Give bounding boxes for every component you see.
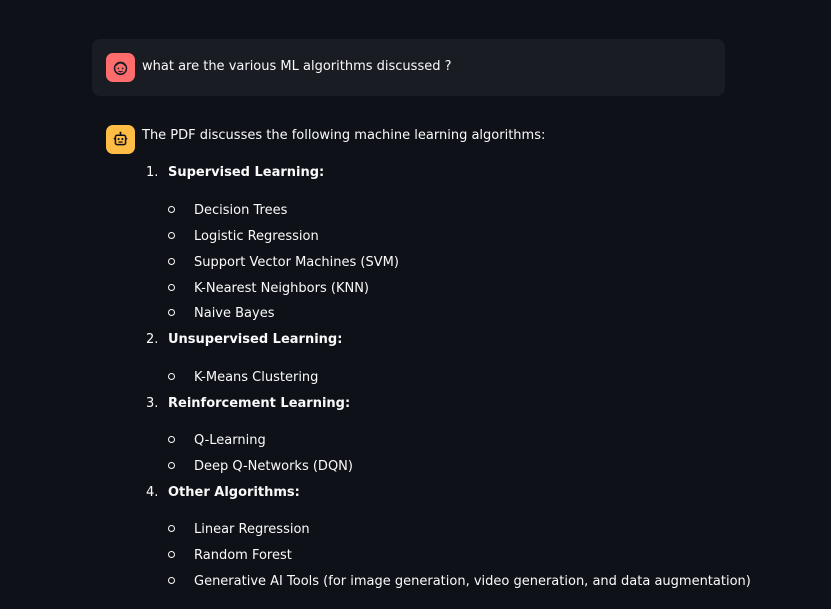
user-face-icon	[113, 61, 128, 76]
list-item-text: Support Vector Machines (SVM)	[194, 255, 399, 270]
list-item: Random Forest	[168, 547, 292, 565]
bullet-icon	[168, 258, 175, 265]
list-item-text: Naive Bayes	[194, 306, 275, 321]
section-heading: 4. Other Algorithms:	[146, 484, 300, 502]
section-heading: 3. Reinforcement Learning:	[146, 395, 350, 413]
section-title: Other Algorithms:	[168, 485, 300, 500]
section-number: 3.	[146, 396, 159, 411]
section-title: Unsupervised Learning:	[168, 332, 343, 347]
section-number: 1.	[146, 165, 159, 180]
bullet-icon	[168, 525, 175, 532]
section-heading: 2. Unsupervised Learning:	[146, 331, 342, 349]
bullet-icon	[168, 309, 175, 316]
list-item-text: Q-Learning	[194, 433, 266, 448]
list-item: Decision Trees	[168, 202, 287, 220]
list-item-text: Decision Trees	[194, 203, 288, 218]
section-heading: 1. Supervised Learning:	[146, 164, 324, 182]
list-item-text: Generative AI Tools (for image generatio…	[194, 574, 751, 589]
list-item: Deep Q-Networks (DQN)	[168, 458, 353, 476]
robot-icon	[113, 131, 128, 146]
bullet-icon	[168, 462, 175, 469]
bullet-icon	[168, 551, 175, 558]
bullet-icon	[168, 577, 175, 584]
list-item-text: Deep Q-Networks (DQN)	[194, 459, 353, 474]
bullet-icon	[168, 206, 175, 213]
bullet-icon	[168, 436, 175, 443]
section-title: Supervised Learning:	[168, 165, 325, 180]
section-number: 4.	[146, 485, 159, 500]
bullet-icon	[168, 373, 175, 380]
assistant-avatar	[106, 125, 135, 154]
list-item-text: Logistic Regression	[194, 229, 319, 244]
list-item-text: K-Means Clustering	[194, 370, 319, 385]
list-item: Support Vector Machines (SVM)	[168, 254, 399, 272]
section-number: 2.	[146, 332, 159, 347]
list-item-text: Random Forest	[194, 548, 292, 563]
list-item: Naive Bayes	[168, 305, 274, 323]
list-item: Logistic Regression	[168, 228, 319, 246]
bullet-icon	[168, 232, 175, 239]
user-message-text: what are the various ML algorithms discu…	[142, 59, 452, 74]
list-item: Linear Regression	[168, 521, 310, 539]
list-item: Q-Learning	[168, 432, 266, 450]
list-item-text: Linear Regression	[194, 522, 310, 537]
list-item: K-Nearest Neighbors (KNN)	[168, 280, 369, 298]
user-avatar	[106, 53, 135, 82]
bullet-icon	[168, 284, 175, 291]
chat-page: what are the various ML algorithms discu…	[0, 0, 831, 609]
list-item: K-Means Clustering	[168, 369, 318, 387]
list-item: Generative AI Tools (for image generatio…	[168, 573, 751, 591]
user-message: what are the various ML algorithms discu…	[92, 39, 725, 96]
list-item-text: K-Nearest Neighbors (KNN)	[194, 281, 369, 296]
assistant-intro-text: The PDF discusses the following machine …	[142, 128, 546, 143]
section-title: Reinforcement Learning:	[168, 396, 351, 411]
